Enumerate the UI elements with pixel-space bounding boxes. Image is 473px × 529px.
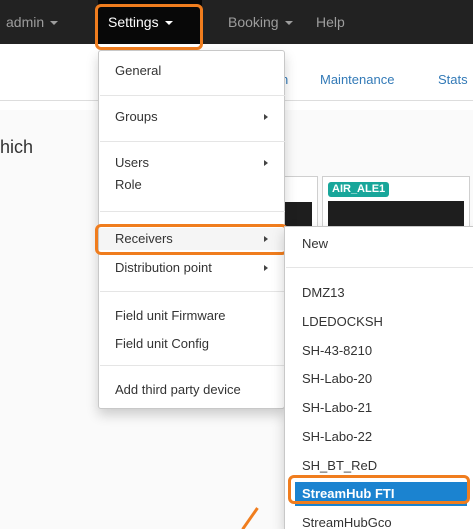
chevron-right-icon — [264, 265, 268, 271]
submenu-item-label: SH-43-8210 — [302, 343, 373, 358]
submenu-item-ldedocksh[interactable]: LDEDOCKSH — [285, 310, 473, 334]
submenu-item-sh-bt-red[interactable]: SH_BT_ReD — [285, 454, 473, 478]
menu-divider — [100, 141, 285, 142]
menu-item-label: General — [115, 63, 162, 78]
settings-menu[interactable]: Settings — [98, 0, 202, 44]
menu-item-distribution-point[interactable]: Distribution point — [99, 257, 284, 279]
help-menu[interactable]: Help — [316, 0, 345, 44]
menu-item-role[interactable]: Role — [99, 174, 284, 196]
submenu-item-label: StreamHub FTI — [302, 486, 395, 501]
menu-item-users[interactable]: Users — [99, 152, 284, 174]
menu-item-field-unit-firmware[interactable]: Field unit Firmware — [99, 305, 284, 327]
settings-dropdown: General Groups Users Role Receivers Dist… — [98, 50, 285, 409]
submenu-item-streamhub-fti[interactable]: StreamHub FTI — [295, 482, 467, 506]
menu-item-label: Groups — [115, 109, 158, 124]
help-menu-label: Help — [316, 14, 345, 30]
submenu-item-sh-43-8210[interactable]: SH-43-8210 — [285, 339, 473, 363]
admin-menu[interactable]: admin — [6, 0, 59, 44]
caret-down-icon — [50, 21, 59, 26]
menu-divider — [100, 291, 285, 292]
menu-item-general[interactable]: General — [99, 60, 284, 82]
menu-divider — [100, 95, 285, 96]
submenu-item-label: StreamHubGco — [302, 515, 392, 529]
menu-item-field-unit-config[interactable]: Field unit Config — [99, 333, 284, 355]
menu-item-label: Distribution point — [115, 260, 212, 275]
menu-item-add-third-party-device[interactable]: Add third party device — [99, 379, 284, 401]
menu-item-label: Add third party device — [115, 382, 241, 397]
submenu-item-label: SH-Labo-22 — [302, 429, 373, 444]
caret-down-icon — [284, 21, 293, 26]
submenu-item-label: DMZ13 — [302, 285, 345, 300]
submenu-item-label: New — [302, 236, 329, 251]
chevron-right-icon — [264, 114, 268, 120]
submenu-item-sh-labo-22[interactable]: SH-Labo-22 — [285, 425, 473, 449]
menu-item-groups[interactable]: Groups — [99, 106, 284, 128]
partial-body-text: hich — [0, 137, 34, 157]
menu-divider — [100, 365, 285, 366]
device-badge: AIR_ALE1 — [328, 182, 390, 197]
chevron-right-icon — [264, 236, 268, 242]
menu-item-label: Field unit Config — [115, 336, 209, 351]
caret-down-icon — [164, 21, 173, 26]
chevron-right-icon — [264, 160, 268, 166]
booking-menu-label: Booking — [228, 14, 279, 30]
menu-item-receivers[interactable]: Receivers — [99, 228, 284, 250]
submenu-item-label: SH-Labo-20 — [302, 371, 373, 386]
submenu-item-streamhubgco[interactable]: StreamHubGco — [285, 511, 473, 529]
menu-item-label: Receivers — [115, 231, 173, 246]
submenu-item-sh-labo-21[interactable]: SH-Labo-21 — [285, 396, 473, 420]
top-navbar: admin Settings Booking Help — [0, 0, 473, 44]
tab-maintenance[interactable]: Maintenance — [320, 72, 394, 87]
submenu-item-sh-labo-20[interactable]: SH-Labo-20 — [285, 367, 473, 391]
submenu-item-label: SH-Labo-21 — [302, 400, 373, 415]
submenu-item-label: LDEDOCKSH — [302, 314, 383, 329]
booking-menu[interactable]: Booking — [228, 0, 293, 44]
menu-divider — [286, 267, 473, 268]
admin-menu-label: admin — [6, 14, 45, 30]
tab-stats[interactable]: Stats — [438, 72, 468, 87]
submenu-item-new[interactable]: New — [285, 232, 473, 256]
settings-menu-label: Settings — [108, 14, 159, 30]
submenu-item-label: SH_BT_ReD — [302, 458, 378, 473]
menu-item-label: Role — [115, 177, 142, 192]
menu-item-label: Field unit Firmware — [115, 308, 226, 323]
menu-item-label: Users — [115, 155, 149, 170]
submenu-item-dmz13[interactable]: DMZ13 — [285, 281, 473, 305]
menu-divider — [100, 211, 285, 212]
receivers-submenu: New DMZ13 LDEDOCKSH SH-43-8210 SH-Labo-2… — [284, 226, 473, 529]
